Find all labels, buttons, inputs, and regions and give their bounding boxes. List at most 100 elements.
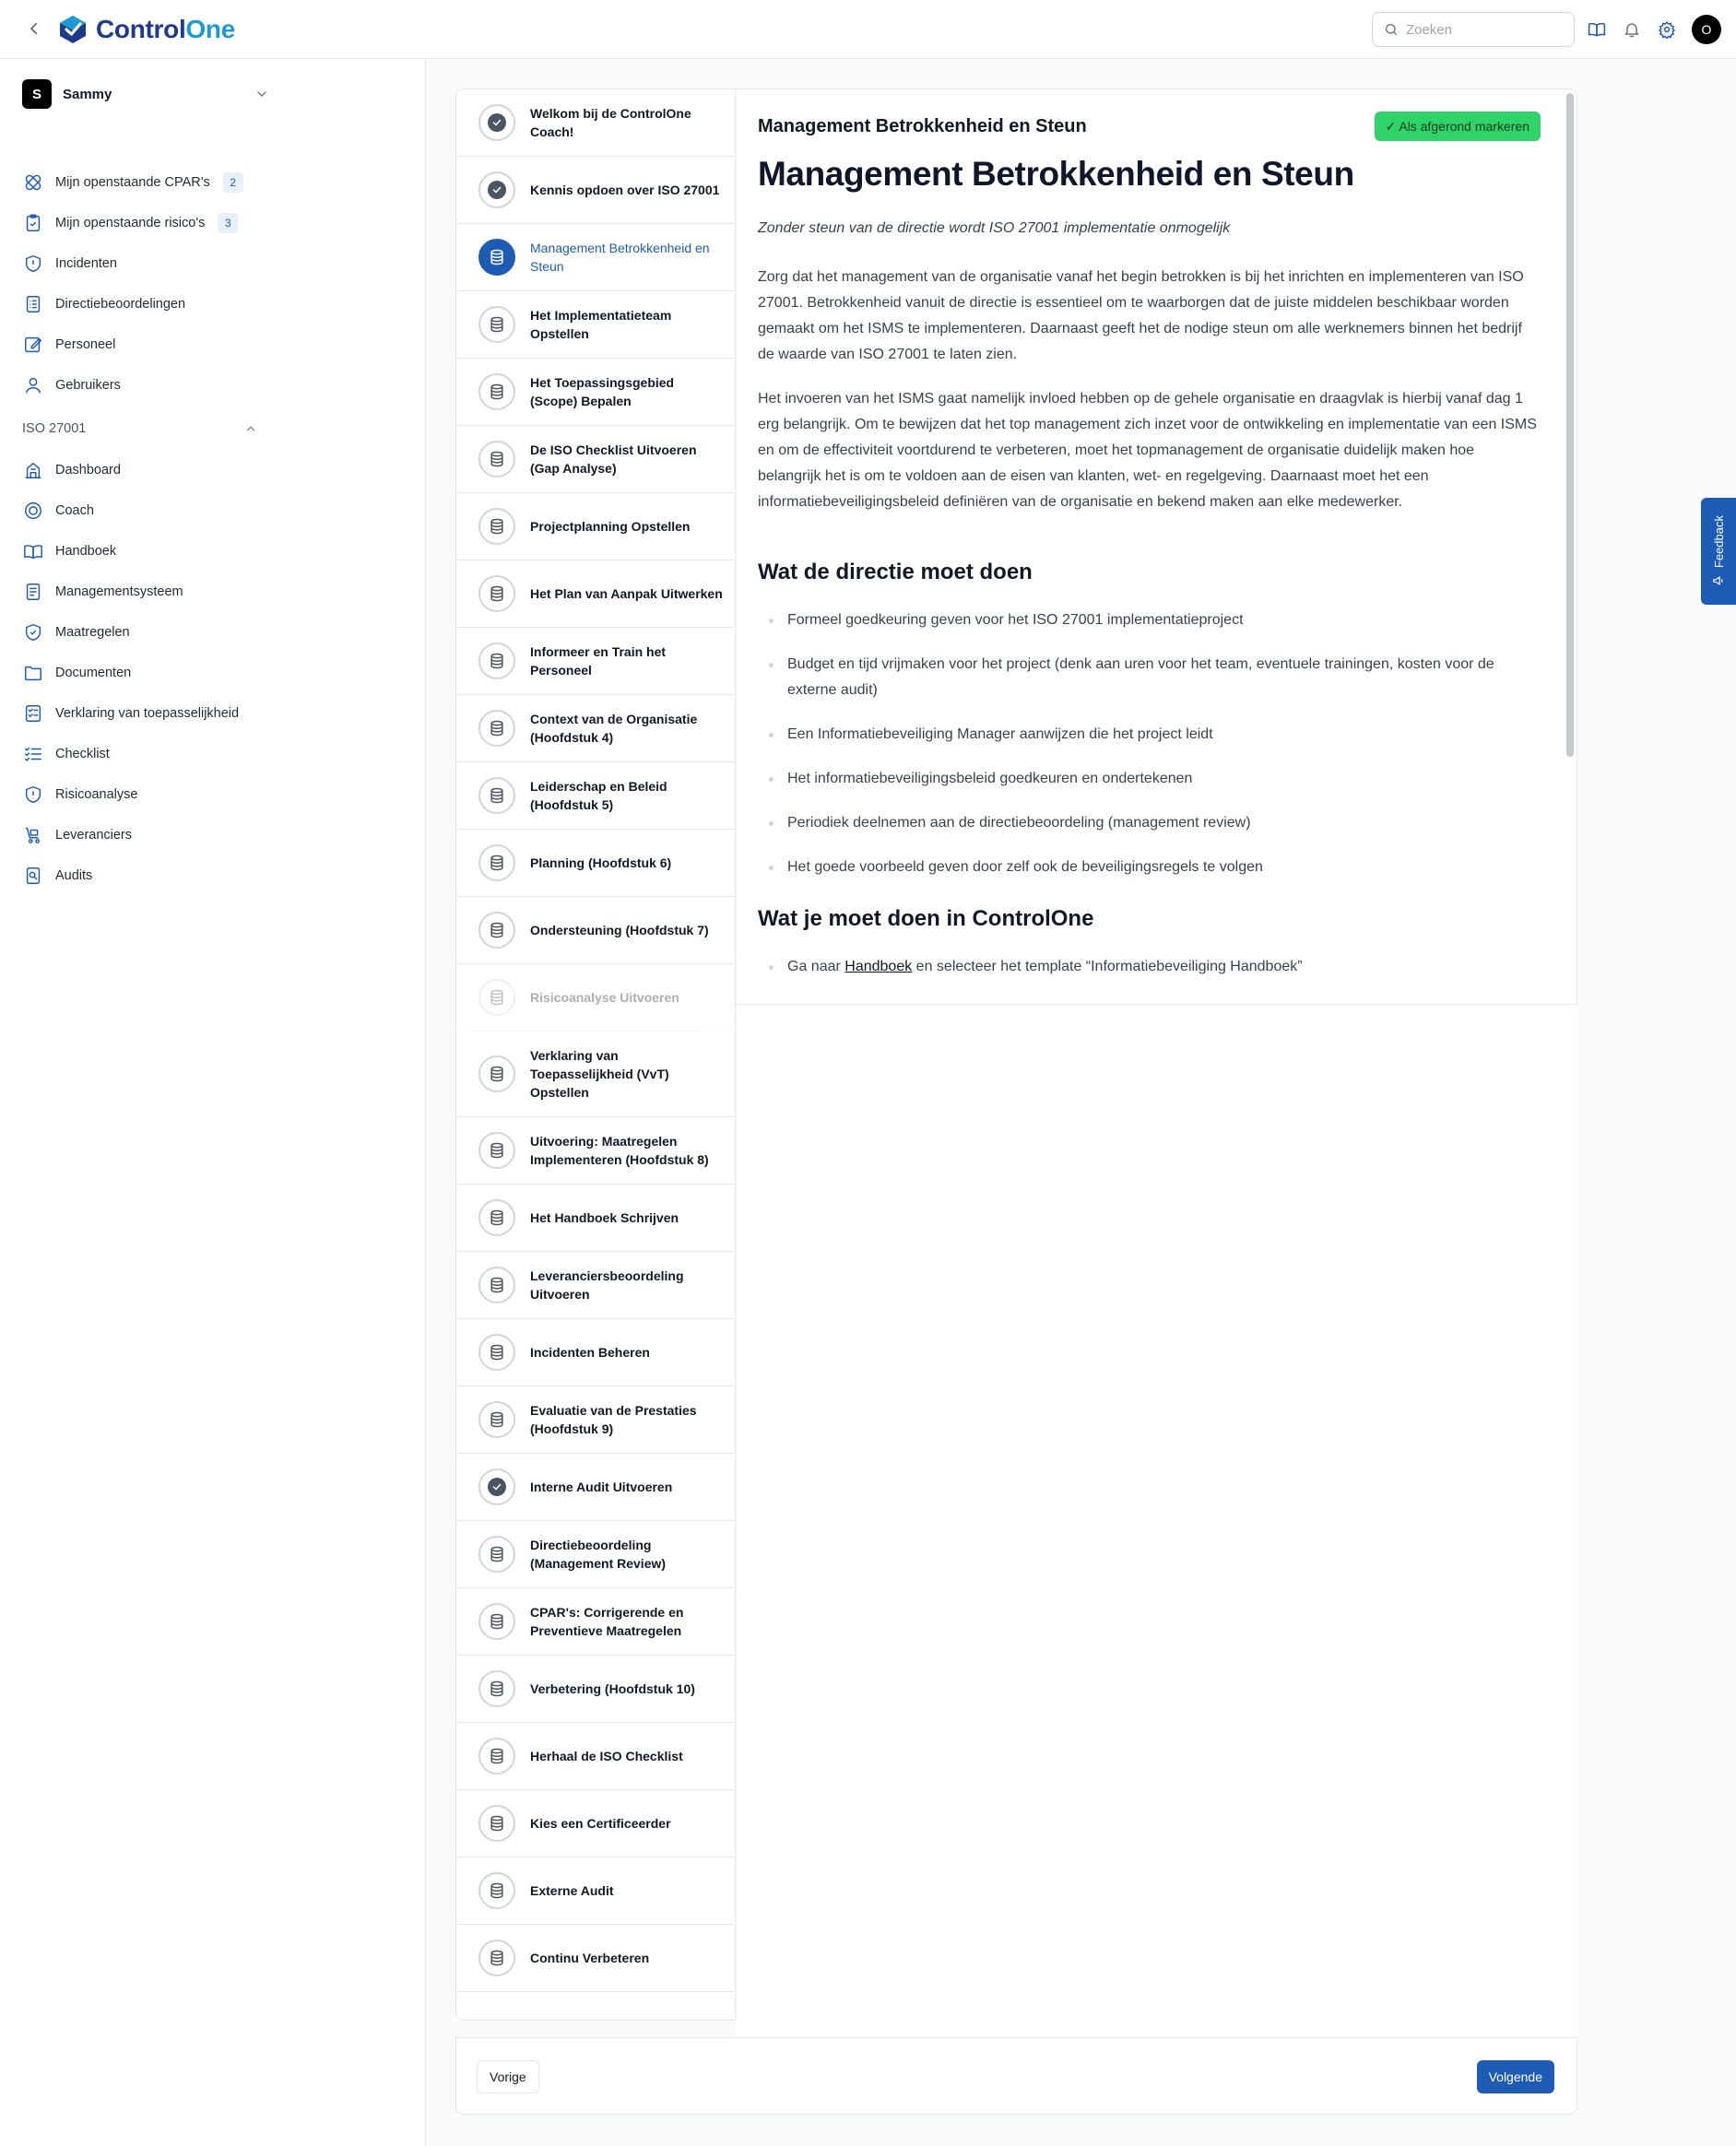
- coach-step-item[interactable]: Verklaring van Toepasselijkheid (VvT) Op…: [456, 1032, 735, 1117]
- coach-step-item[interactable]: Management Betrokkenheid en Steun: [456, 224, 735, 291]
- back-button[interactable]: [22, 17, 46, 41]
- notifications-button[interactable]: [1621, 18, 1643, 41]
- coach-step-title: Management Betrokkenheid en Steun: [530, 241, 710, 274]
- sidebar-item-gebruikers[interactable]: Gebruikers: [22, 365, 271, 406]
- list-item-text: en selecteer het template “Informatiebev…: [915, 959, 1303, 974]
- sidebar-item-incidenten[interactable]: Incidenten: [22, 243, 271, 284]
- sidebar-item-documenten[interactable]: Documenten: [22, 653, 271, 693]
- sidebar-item-audits[interactable]: Audits: [22, 855, 271, 896]
- handboek-link[interactable]: Handboek: [844, 959, 912, 974]
- coach-step-title: Verklaring van Toepasselijkheid (VvT) Op…: [530, 1048, 669, 1100]
- database-icon: [478, 844, 515, 881]
- sidebar-item-label: Gebruikers: [55, 378, 121, 393]
- bell-icon: [1624, 23, 1639, 38]
- sidebar-item-checklist[interactable]: Checklist: [22, 734, 271, 774]
- book-icon: [22, 540, 44, 562]
- document-icon: [22, 581, 44, 603]
- mark-complete-button[interactable]: ✓ Als afgerond markeren: [1374, 112, 1541, 141]
- coach-step-item[interactable]: Het Plan van Aanpak Uitwerken: [456, 560, 735, 628]
- coach-step-title: Directiebeoordeling (Management Review): [530, 1538, 667, 1571]
- bandage-icon: [22, 171, 44, 194]
- coach-step-item[interactable]: Planning (Hoofdstuk 6): [456, 830, 735, 897]
- book-open-button[interactable]: [1586, 18, 1608, 41]
- coach-step-item[interactable]: Leveranciersbeoordeling Uitvoeren: [456, 1252, 735, 1319]
- sidebar-iso-nav: Dashboard Coach Handboek Managementsyste…: [22, 450, 271, 896]
- sidebar-item-personeel[interactable]: Personeel: [22, 324, 271, 365]
- feedback-tab[interactable]: Feedback: [1701, 498, 1736, 605]
- database-icon: [478, 508, 515, 545]
- app-logo[interactable]: ControlOne: [57, 13, 235, 46]
- coach-step-item[interactable]: Informeer en Train het Personeel: [456, 628, 735, 695]
- count-badge: 3: [218, 213, 239, 233]
- coach-step-item[interactable]: Leiderschap en Beleid (Hoofdstuk 5): [456, 762, 735, 830]
- list-item: Budget en tijd vrijmaken voor het projec…: [769, 652, 1541, 703]
- coach-step-title: Verbetering (Hoofdstuk 10): [530, 1681, 695, 1696]
- coach-step-title: Leiderschap en Beleid (Hoofdstuk 5): [530, 779, 667, 812]
- sidebar-item-directiebeoordelingen[interactable]: Directiebeoordelingen: [22, 284, 271, 324]
- checklist-doc-icon: [22, 702, 44, 725]
- settings-button[interactable]: [1656, 18, 1678, 41]
- coach-step-title: Welkom bij de ControlOne Coach!: [530, 106, 691, 139]
- search-box[interactable]: [1372, 12, 1575, 47]
- coach-step-title: Continu Verbeteren: [530, 1951, 650, 1965]
- sidebar-item-dashboard[interactable]: Dashboard: [22, 450, 271, 490]
- coach-step-item[interactable]: Het Implementatieteam Opstellen: [456, 291, 735, 359]
- list-icon: [22, 293, 44, 315]
- database-icon: [478, 643, 515, 679]
- content-scrollbar[interactable]: [1566, 93, 1574, 757]
- sidebar-item-managementsysteem[interactable]: Managementsysteem: [22, 572, 271, 612]
- coach-step-item[interactable]: Het Toepassingsgebied (Scope) Bepalen: [456, 359, 735, 426]
- sidebar-item-coach[interactable]: Coach: [22, 490, 271, 531]
- coach-step-item[interactable]: Ondersteuning (Hoofdstuk 7): [456, 897, 735, 964]
- coach-step-item[interactable]: Kies een Certificeerder: [456, 1790, 735, 1857]
- coach-step-item[interactable]: Risicoanalyse Uitvoeren: [456, 964, 735, 1032]
- coach-steps-list: Welkom bij de ControlOne Coach! Kennis op…: [455, 88, 736, 2021]
- coach-step-item[interactable]: Projectplanning Opstellen: [456, 493, 735, 560]
- coach-step-title: Informeer en Train het Personeel: [530, 644, 667, 678]
- coach-step-title: CPAR's: Corrigerende en Preventieve Maat…: [530, 1605, 684, 1638]
- sidebar-item-handboek[interactable]: Handboek: [22, 531, 271, 572]
- coach-step-item[interactable]: Herhaal de ISO Checklist: [456, 1723, 735, 1790]
- sidebar: S Sammy Mijn openstaande CPAR's 2 Mijn o…: [0, 59, 426, 2146]
- coach-step-item[interactable]: Evaluatie van de Prestaties (Hoofdstuk 9…: [456, 1386, 735, 1454]
- sidebar-item-label: Leveranciers: [55, 828, 133, 843]
- sidebar-item-risicoanalyse[interactable]: Risicoanalyse: [22, 774, 271, 815]
- coach-step-item[interactable]: De ISO Checklist Uitvoeren (Gap Analyse): [456, 426, 735, 493]
- previous-button[interactable]: Vorige: [477, 2060, 539, 2093]
- logo-text-part1: Control: [96, 15, 186, 43]
- user-avatar[interactable]: O: [1692, 15, 1721, 44]
- coach-content-panel[interactable]: Management Betrokkenheid en Steun ✓ Als …: [736, 88, 1577, 1005]
- coach-step-item[interactable]: Context van de Organisatie (Hoofdstuk 4): [456, 695, 735, 762]
- coach-step-item[interactable]: Verbetering (Hoofdstuk 10): [456, 1656, 735, 1723]
- sidebar-item-label: Coach: [55, 503, 94, 518]
- coach-step-item[interactable]: Externe Audit: [456, 1857, 735, 1925]
- section-heading-directie: Wat de directie moet doen: [758, 560, 1033, 584]
- sidebar-item-label: Personeel: [55, 337, 116, 352]
- org-switcher[interactable]: S Sammy: [22, 77, 271, 111]
- list-item-text: Ga naar: [787, 959, 841, 974]
- sidebar-section-title: ISO 27001: [22, 421, 87, 436]
- sidebar-item-maatregelen[interactable]: Maatregelen: [22, 612, 271, 653]
- coach-step-item[interactable]: Welkom bij de ControlOne Coach!: [456, 89, 735, 157]
- coach-step-item[interactable]: Directiebeoordeling (Management Review): [456, 1521, 735, 1588]
- database-icon: [478, 1334, 515, 1371]
- sidebar-item-verklaring[interactable]: Verklaring van toepasselijkheid: [22, 693, 271, 734]
- coach-step-item[interactable]: Kennis opdoen over ISO 27001: [456, 157, 735, 224]
- sidebar-item-risicos[interactable]: Mijn openstaande risico's 3: [22, 203, 271, 243]
- database-icon: [478, 1805, 515, 1842]
- coach-step-item[interactable]: Uitvoering: Maatregelen Implementeren (H…: [456, 1117, 735, 1185]
- coach-step-item[interactable]: Incidenten Beheren: [456, 1319, 735, 1386]
- section-heading-controlone: Wat je moet doen in ControlOne: [758, 906, 1094, 931]
- next-button[interactable]: Volgende: [1476, 2060, 1554, 2093]
- coach-step-item[interactable]: Continu Verbeteren: [456, 1925, 735, 1992]
- sidebar-item-leveranciers[interactable]: Leveranciers: [22, 815, 271, 855]
- database-icon: [478, 912, 515, 949]
- coach-step-title: Uitvoering: Maatregelen Implementeren (H…: [530, 1134, 709, 1167]
- coach-step-item[interactable]: Interne Audit Uitvoeren: [456, 1454, 735, 1521]
- search-input[interactable]: [1406, 21, 1563, 38]
- coach-step-title: Context van de Organisatie (Hoofdstuk 4): [530, 712, 698, 745]
- sidebar-section-iso27001[interactable]: ISO 27001: [22, 415, 260, 442]
- sidebar-item-cpars[interactable]: Mijn openstaande CPAR's 2: [22, 162, 271, 203]
- coach-step-item[interactable]: CPAR's: Corrigerende en Preventieve Maat…: [456, 1588, 735, 1656]
- coach-step-item[interactable]: Het Handboek Schrijven: [456, 1185, 735, 1252]
